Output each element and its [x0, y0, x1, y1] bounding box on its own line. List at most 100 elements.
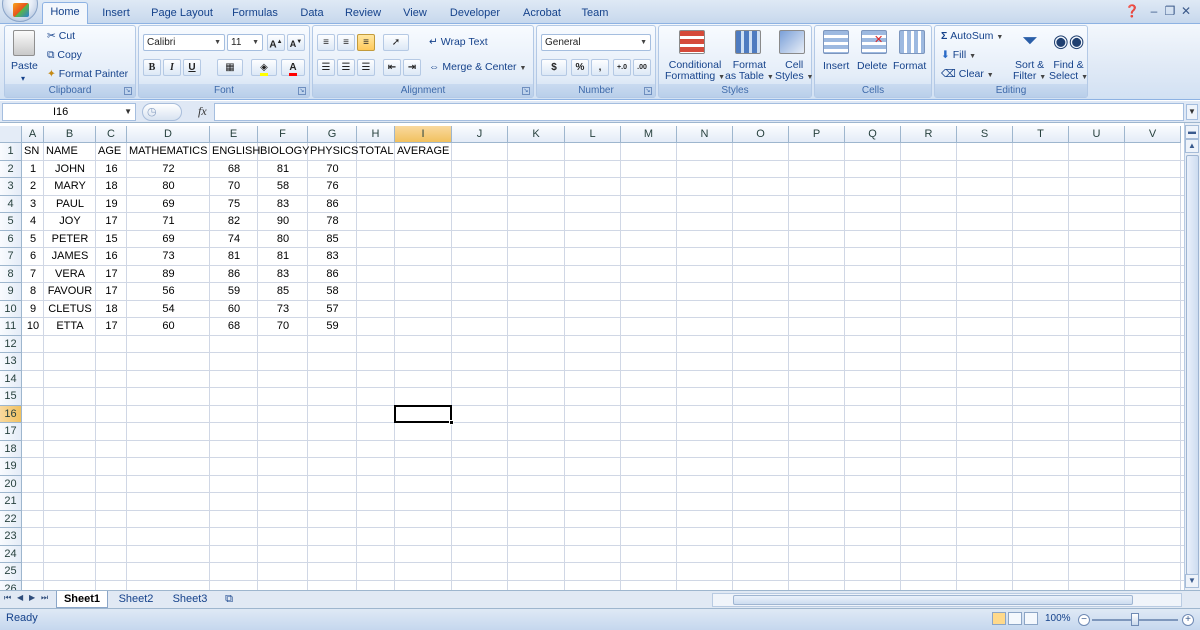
row-header-20[interactable]: 20	[0, 475, 22, 493]
previous-sheet-icon[interactable]: ◀	[17, 593, 23, 602]
zoom-in-icon[interactable]: +	[1182, 614, 1194, 626]
cell-e5[interactable]: 82	[210, 213, 258, 231]
row-header-11[interactable]: 11	[0, 318, 22, 336]
align-right-button[interactable]: ☰	[357, 59, 375, 76]
cell-d8[interactable]: 89	[127, 266, 210, 284]
clear-button[interactable]: ⌫ Clear ▼	[941, 68, 994, 80]
cut-button[interactable]: ✂ Cut	[47, 30, 75, 42]
cell-c3[interactable]: 18	[96, 178, 127, 196]
font-launcher-icon[interactable]: ↘	[298, 87, 306, 95]
row-header-7[interactable]: 7	[0, 248, 22, 266]
italic-button[interactable]: I	[163, 59, 181, 76]
insert-button[interactable]: Insert	[823, 60, 849, 72]
cell-f10[interactable]: 73	[258, 301, 308, 319]
cell-d2[interactable]: 72	[127, 161, 210, 179]
column-header-k[interactable]: K	[508, 126, 565, 143]
cell-c7[interactable]: 16	[96, 248, 127, 266]
cell-e10[interactable]: 60	[210, 301, 258, 319]
insert-sheet-icon[interactable]: ⧉	[218, 591, 240, 608]
column-header-v[interactable]: V	[1125, 126, 1181, 143]
sheet-tab-sheet1[interactable]: Sheet1	[56, 591, 108, 608]
format-painter-button[interactable]: ✦ Format Painter	[47, 68, 128, 80]
zoom-level[interactable]: 100%	[1045, 613, 1071, 624]
conditional-formatting-button[interactable]: Conditional Formatting ▼	[665, 60, 725, 83]
cell-g6[interactable]: 85	[308, 231, 357, 249]
cell-g10[interactable]: 57	[308, 301, 357, 319]
select-all-button[interactable]	[0, 126, 22, 143]
cell-f9[interactable]: 85	[258, 283, 308, 301]
help-icon[interactable]: ❓	[1124, 4, 1140, 18]
cell-d5[interactable]: 71	[127, 213, 210, 231]
next-sheet-icon[interactable]: ▶	[29, 593, 35, 602]
cell-g8[interactable]: 86	[308, 266, 357, 284]
restore-icon[interactable]: ❐	[1162, 4, 1178, 18]
row-header-8[interactable]: 8	[0, 265, 22, 283]
cell-f4[interactable]: 83	[258, 196, 308, 214]
column-header-d[interactable]: D	[127, 126, 210, 143]
tab-review[interactable]: Review	[340, 4, 386, 24]
expand-formula-bar-icon[interactable]: ▼	[1186, 104, 1198, 120]
format-button[interactable]: Format	[893, 60, 926, 72]
cell-styles-button[interactable]: Cell Styles ▼	[775, 60, 813, 83]
sort-filter-button[interactable]: Sort & Filter ▼	[1013, 60, 1046, 83]
office-button[interactable]	[2, 0, 38, 22]
row-header-4[interactable]: 4	[0, 195, 22, 213]
cell-b3[interactable]: MARY	[44, 178, 96, 196]
cell-g5[interactable]: 78	[308, 213, 357, 231]
column-header-t[interactable]: T	[1013, 126, 1069, 143]
cell-e8[interactable]: 86	[210, 266, 258, 284]
column-header-j[interactable]: J	[452, 126, 508, 143]
worksheet-grid[interactable]: A B C D E F G H I J K L M N O P Q R S T U V 1 2 3 4 5 6 7 8 9 10 11 12 13 1…	[0, 126, 1184, 590]
bold-button[interactable]: B	[143, 59, 161, 76]
column-header-i[interactable]: I	[395, 126, 452, 143]
row-header-18[interactable]: 18	[0, 440, 22, 458]
tab-developer[interactable]: Developer	[444, 4, 506, 24]
cell-c1[interactable]: AGE	[96, 143, 127, 161]
cell-c4[interactable]: 19	[96, 196, 127, 214]
cell-b6[interactable]: PETER	[44, 231, 96, 249]
cell-h1[interactable]: TOTAL	[357, 143, 395, 161]
cell-c10[interactable]: 18	[96, 301, 127, 319]
align-left-button[interactable]: ☰	[317, 59, 335, 76]
borders-button[interactable]: ▦	[217, 59, 243, 76]
align-middle-button[interactable]: ≡	[337, 34, 355, 51]
cell-b10[interactable]: CLETUS	[44, 301, 96, 319]
minimize-icon[interactable]: –	[1146, 4, 1162, 18]
vertical-scrollbar[interactable]: ▬ ▲ ▼	[1184, 123, 1200, 590]
column-header-g[interactable]: G	[308, 126, 357, 143]
cell-b1[interactable]: NAME	[44, 143, 96, 161]
increase-decimal-button[interactable]: +.0	[613, 59, 631, 76]
zoom-slider-thumb[interactable]	[1131, 613, 1139, 626]
cell-i1[interactable]: AVERAGE	[395, 143, 452, 161]
cell-g7[interactable]: 83	[308, 248, 357, 266]
cell-f6[interactable]: 80	[258, 231, 308, 249]
cell-e1[interactable]: ENGLISH	[210, 143, 260, 161]
cell-g9[interactable]: 58	[308, 283, 357, 301]
page-layout-view-icon[interactable]	[1008, 612, 1022, 625]
row-header-24[interactable]: 24	[0, 545, 22, 563]
cell-a11[interactable]: 10	[22, 318, 44, 336]
cell-c5[interactable]: 17	[96, 213, 127, 231]
row-header-21[interactable]: 21	[0, 493, 22, 511]
cell-b8[interactable]: VERA	[44, 266, 96, 284]
cell-g1[interactable]: PHYSICS	[308, 143, 358, 161]
column-header-p[interactable]: P	[789, 126, 845, 143]
row-header-12[interactable]: 12	[0, 335, 22, 353]
column-header-a[interactable]: A	[22, 126, 44, 143]
tab-page-layout[interactable]: Page Layout	[146, 4, 218, 24]
column-header-n[interactable]: N	[677, 126, 733, 143]
tab-home[interactable]: Home	[42, 2, 88, 25]
cell-g3[interactable]: 76	[308, 178, 357, 196]
number-format-select[interactable]: General ▼	[541, 34, 651, 51]
align-bottom-button[interactable]: ≡	[357, 34, 375, 51]
cell-a5[interactable]: 4	[22, 213, 44, 231]
cell-b9[interactable]: FAVOUR	[44, 283, 96, 301]
row-header-2[interactable]: 2	[0, 160, 22, 178]
cell-f1[interactable]: BIOLOGY	[258, 143, 310, 161]
find-select-button[interactable]: Find & Select ▼	[1049, 60, 1088, 83]
cell-a3[interactable]: 2	[22, 178, 44, 196]
cell-b5[interactable]: JOY	[44, 213, 96, 231]
cell-d1[interactable]: MATHEMATICS	[127, 143, 210, 161]
tab-data[interactable]: Data	[293, 4, 331, 24]
cell-e11[interactable]: 68	[210, 318, 258, 336]
